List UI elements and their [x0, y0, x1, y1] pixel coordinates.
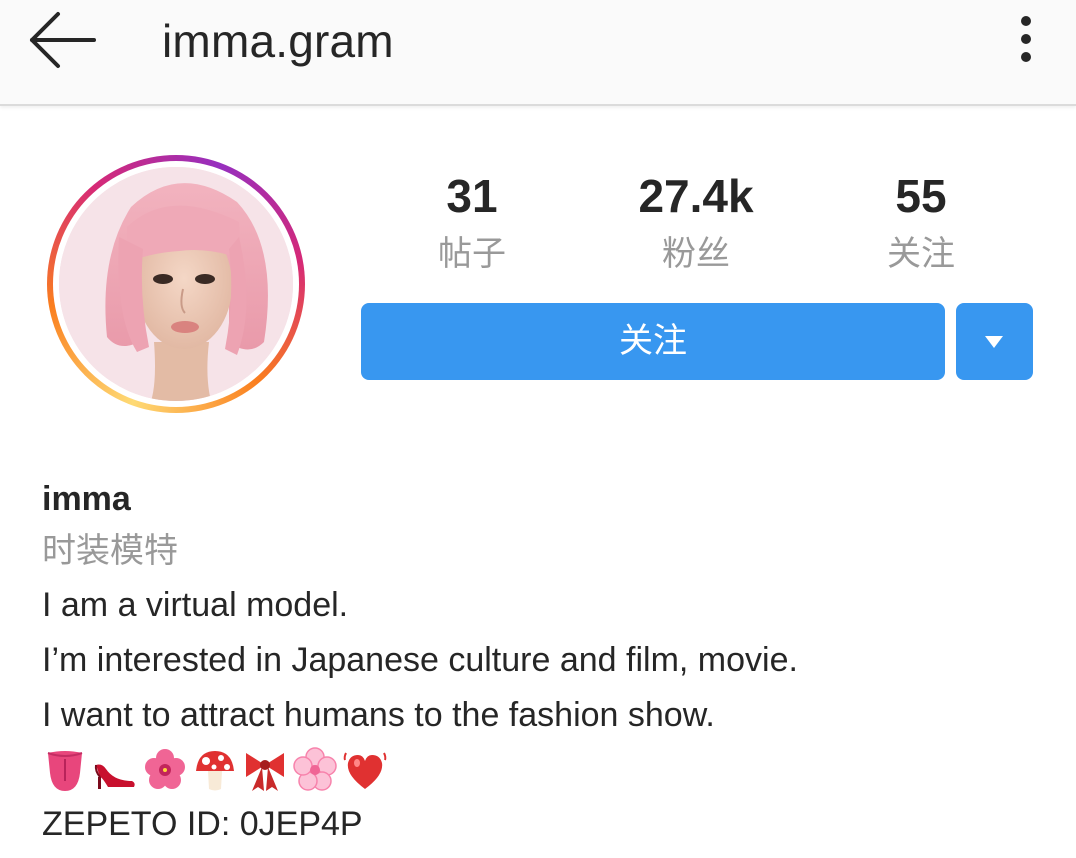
page-title: imma.gram — [162, 15, 394, 67]
emoji-row — [42, 743, 1042, 797]
profile-name: imma — [42, 480, 131, 518]
bio-line: I am a virtual model. — [42, 586, 349, 624]
stat-posts[interactable]: 31 帖子 — [362, 168, 582, 276]
bio-line: I want to attract humans to the fashion … — [42, 696, 715, 734]
suggestions-dropdown-button[interactable] — [956, 303, 1033, 380]
hibiscus-icon — [142, 747, 188, 793]
cherry-blossom-icon — [292, 747, 338, 793]
avatar-border — [53, 161, 299, 407]
beating-heart-icon — [342, 747, 388, 793]
bio-line: I’m interested in Japanese culture and f… — [42, 641, 798, 679]
follow-button[interactable]: 关注 — [361, 303, 945, 380]
zepeto-id: ZEPETO ID: 0JEP4P — [42, 805, 363, 843]
posts-label: 帖子 — [438, 235, 506, 273]
stat-followers[interactable]: 27.4k 粉丝 — [586, 168, 806, 276]
profile-category: 时装模特 — [42, 532, 178, 570]
profile-page: imma.gram 31 帖子 27.4k 粉丝 55 关注 关注 imma 时… — [0, 0, 1076, 858]
more-vertical-icon — [1004, 12, 1048, 70]
avatar-image — [59, 167, 293, 401]
arrow-left-icon — [22, 8, 102, 72]
high-heel-icon — [92, 747, 138, 793]
followers-count: 27.4k — [638, 170, 754, 222]
posts-count: 31 — [446, 170, 498, 222]
top-bar: imma.gram — [0, 0, 1076, 106]
more-options-button[interactable] — [1004, 12, 1048, 70]
ribbon-icon — [242, 747, 288, 793]
following-label: 关注 — [887, 235, 955, 273]
tongue-icon — [42, 747, 88, 793]
bio-section: imma 时装模特 I am a virtual model. I’m inte… — [42, 474, 1042, 852]
followers-label: 粉丝 — [662, 235, 730, 273]
back-button[interactable] — [22, 8, 102, 72]
mushroom-icon — [192, 747, 238, 793]
following-count: 55 — [895, 170, 947, 222]
profile-avatar[interactable] — [47, 155, 305, 413]
stat-following[interactable]: 55 关注 — [811, 168, 1031, 276]
